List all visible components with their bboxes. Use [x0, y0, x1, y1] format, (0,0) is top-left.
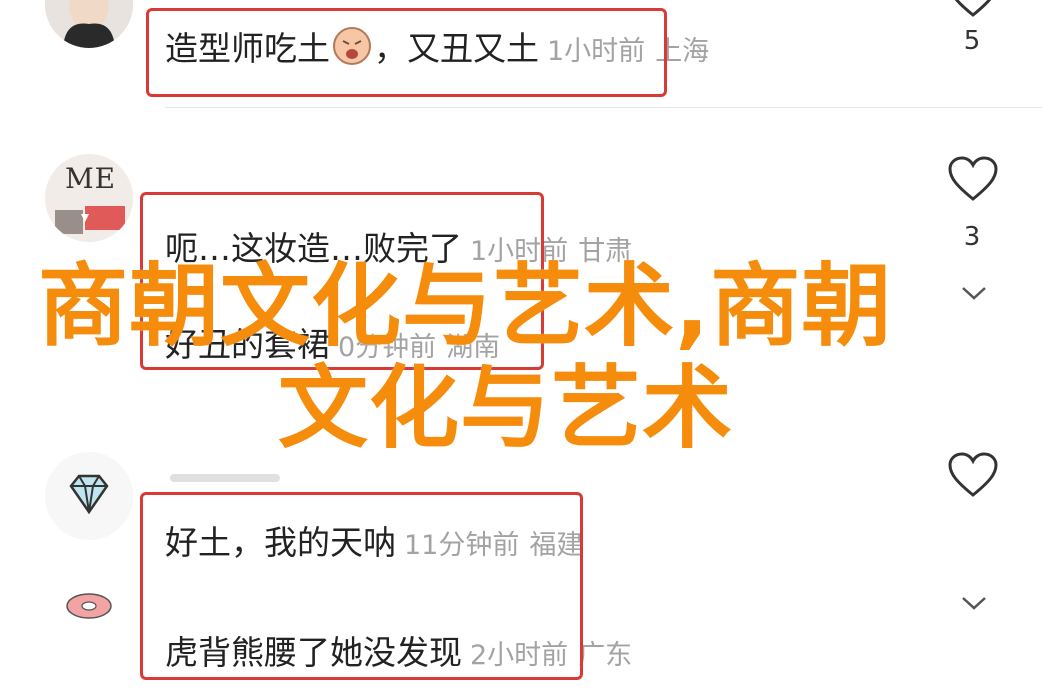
watermark-title-line-1: 商朝文化与艺术,商朝 [38, 254, 893, 359]
like-count-2: 3 [963, 222, 981, 252]
like-count-1: 5 [963, 26, 981, 56]
donut-icon [45, 566, 133, 654]
avatar-user-4[interactable] [45, 452, 133, 540]
comment-5-location: 广东 [578, 640, 633, 671]
heart-outline-icon [948, 156, 998, 201]
like-button-4[interactable] [943, 452, 1003, 502]
collapsed-reply-bar [170, 474, 280, 482]
portrait-icon [45, 0, 133, 48]
chevron-down-icon [962, 597, 986, 610]
avatar-user-2[interactable]: ME [45, 154, 133, 242]
avatar-user-1[interactable] [45, 0, 133, 48]
chevron-down-icon [962, 287, 986, 300]
avatar-2-label: ME [65, 162, 117, 195]
like-button-1[interactable] [943, 0, 1003, 22]
divider-1 [165, 107, 1042, 108]
watermark-title-line-2: 文化与艺术 [278, 356, 733, 461]
heart-outline-icon [954, 0, 992, 17]
comment-screen: 造型师吃土 ，又丑又土 1小时前 上海 5 ME 呃…这妆造…败完了 1小时前 … [0, 0, 1042, 698]
expand-replies-button-2[interactable] [960, 594, 988, 616]
like-button-2[interactable] [943, 156, 1003, 206]
heart-outline-icon [948, 452, 998, 497]
highlight-box-3 [140, 492, 583, 680]
avatar-user-5[interactable] [45, 566, 133, 654]
expand-replies-button-1[interactable] [960, 284, 988, 306]
highlight-box-1 [146, 8, 667, 97]
diamond-icon [45, 452, 133, 540]
